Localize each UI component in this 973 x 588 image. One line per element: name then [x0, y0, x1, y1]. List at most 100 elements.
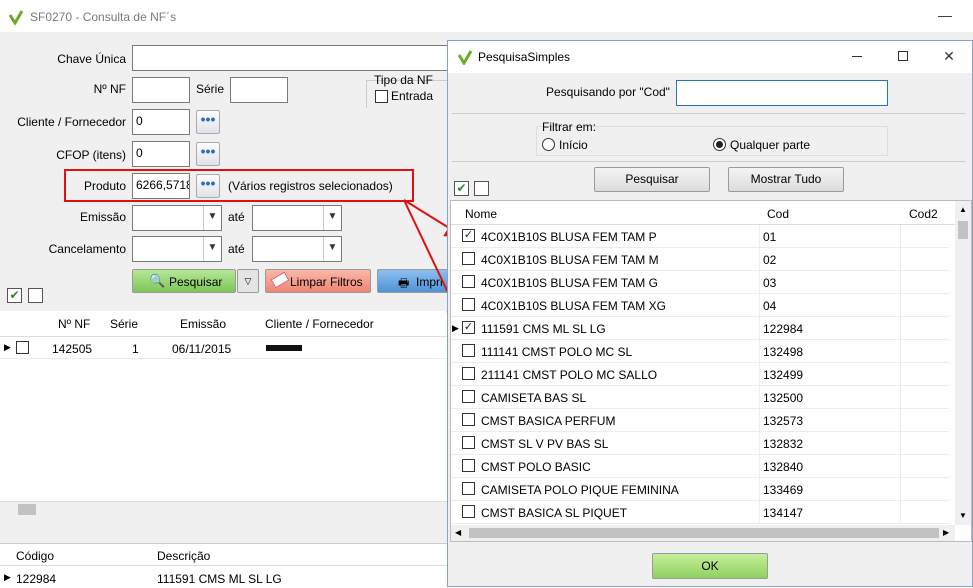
cell-nome: 211141 CMST POLO MC SALLO [481, 368, 658, 382]
dlg-pesquisar-button[interactable]: Pesquisar [594, 167, 710, 192]
results-vscrollbar[interactable]: ▲ ▼ [955, 201, 971, 525]
row-checkbox[interactable] [462, 505, 475, 518]
uncheck-all-button[interactable] [474, 181, 489, 196]
scroll-thumb[interactable] [958, 221, 968, 239]
list-item[interactable]: 4C0X1B10S BLUSA FEM TAM XG 04 [451, 294, 949, 317]
cell-nome: CMST BASICA SL PIQUET [481, 506, 628, 520]
ok-button[interactable]: OK [652, 553, 768, 579]
row-checkbox[interactable] [462, 459, 475, 472]
list-item[interactable]: 4C0X1B10S BLUSA FEM TAM M 02 [451, 248, 949, 271]
app-logo-icon [457, 50, 473, 65]
row-checkbox[interactable] [462, 367, 475, 380]
cell-cod: 02 [763, 253, 777, 267]
column-separator [900, 386, 901, 408]
minimize-button[interactable] [842, 41, 872, 71]
column-separator [900, 409, 901, 431]
column-separator [759, 225, 760, 247]
cell-nome: 4C0X1B10S BLUSA FEM TAM P [481, 230, 657, 244]
column-separator [900, 317, 901, 339]
cell-nome: 111591 CMS ML SL LG [481, 322, 606, 336]
list-item[interactable]: 211141 CMST POLO MC SALLO 132499 [451, 363, 949, 386]
column-separator [900, 271, 901, 293]
cell-cod: 03 [763, 276, 777, 290]
minimize-icon [852, 56, 862, 57]
maximize-button[interactable] [888, 41, 918, 71]
list-item[interactable]: CAMISETA POLO PIQUE FEMININA 133469 [451, 478, 949, 501]
column-separator [900, 432, 901, 454]
list-item[interactable]: CMST SL V PV BAS SL 132832 [451, 432, 949, 455]
row-checkbox[interactable] [462, 413, 475, 426]
row-checkbox[interactable] [462, 436, 475, 449]
list-item[interactable]: CMST BASICA SL PIQUET 134147 [451, 501, 949, 524]
results-grid: Nome Cod Cod2 ✓ 4C0X1B10S BLUSA FEM TAM P… [450, 200, 972, 542]
scroll-thumb[interactable] [469, 528, 939, 538]
cell-cod: 133469 [763, 483, 804, 497]
cell-nome: CAMISETA POLO PIQUE FEMININA [481, 483, 679, 497]
row-checkbox[interactable] [462, 344, 475, 357]
column-separator [759, 271, 760, 293]
cell-nome: CAMISETA BAS SL [481, 391, 587, 405]
row-pointer-icon: ▶ [452, 323, 459, 333]
cell-nome: 4C0X1B10S BLUSA FEM TAM XG [481, 299, 666, 313]
maximize-icon [898, 51, 908, 61]
scroll-right-icon[interactable]: ▶ [943, 528, 949, 537]
radio-inicio[interactable] [542, 138, 555, 151]
column-separator [759, 478, 760, 500]
cell-nome: CMST BASICA PERFUM [481, 414, 616, 428]
cell-cod: 132832 [763, 437, 804, 451]
mostrar-tudo-button[interactable]: Mostrar Tudo [728, 167, 844, 192]
column-separator [759, 340, 760, 362]
column-separator [900, 248, 901, 270]
row-checkbox[interactable] [462, 482, 475, 495]
dialog-title: PesquisaSimples [478, 50, 571, 64]
list-item[interactable]: 4C0X1B10S BLUSA FEM TAM G 03 [451, 271, 949, 294]
row-checkbox[interactable] [462, 298, 475, 311]
cell-nome: 111141 CMST POLO MC SL [481, 345, 633, 359]
column-separator [759, 317, 760, 339]
list-item[interactable]: CAMISETA BAS SL 132500 [451, 386, 949, 409]
column-separator [759, 432, 760, 454]
search-input[interactable] [676, 80, 888, 106]
column-separator [759, 386, 760, 408]
column-separator [900, 340, 901, 362]
pesquisa-dialog: PesquisaSimples ✕ Pesquisando por "Cod" … [447, 40, 973, 587]
results-hscrollbar[interactable]: ◀ ▶ [451, 525, 955, 541]
check-all-button[interactable]: ✔ [454, 181, 469, 196]
close-button[interactable]: ✕ [934, 41, 964, 71]
column-separator [759, 363, 760, 385]
row-checkbox-checked[interactable]: ✓ [462, 321, 475, 334]
column-separator [759, 501, 760, 523]
cell-cod: 04 [763, 299, 777, 313]
list-item[interactable]: CMST POLO BASIC 132840 [451, 455, 949, 478]
cell-cod: 134147 [763, 506, 804, 520]
scroll-down-icon[interactable]: ▼ [959, 511, 967, 520]
cell-cod: 132573 [763, 414, 804, 428]
list-item[interactable]: ✓ 4C0X1B10S BLUSA FEM TAM P 01 [451, 225, 949, 248]
row-checkbox-checked[interactable]: ✓ [462, 229, 475, 242]
row-checkbox[interactable] [462, 252, 475, 265]
cell-cod: 122984 [763, 322, 804, 336]
scroll-left-icon[interactable]: ◀ [455, 528, 461, 537]
pesquisando-label: Pesquisando por "Cod" [546, 85, 670, 99]
list-item[interactable]: ▶ ✓ 111591 CMS ML SL LG 122984 [451, 317, 949, 340]
cell-nome: CMST SL V PV BAS SL [481, 437, 609, 451]
filtrar-label: Filtrar em: [542, 120, 596, 134]
cell-cod: 01 [763, 230, 777, 244]
column-separator [900, 294, 901, 316]
radio-qualquer-label: Qualquer parte [730, 138, 811, 152]
list-item[interactable]: 111141 CMST POLO MC SL 132498 [451, 340, 949, 363]
column-separator [900, 225, 901, 247]
cell-nome: CMST POLO BASIC [481, 460, 591, 474]
column-separator [900, 501, 901, 523]
column-separator [759, 294, 760, 316]
list-item[interactable]: CMST BASICA PERFUM 132573 [451, 409, 949, 432]
column-separator [759, 248, 760, 270]
cell-cod: 132499 [763, 368, 804, 382]
cell-cod: 132840 [763, 460, 804, 474]
col-cod2-header: Cod2 [909, 207, 938, 221]
radio-qualquer[interactable] [713, 138, 726, 151]
row-checkbox[interactable] [462, 390, 475, 403]
row-checkbox[interactable] [462, 275, 475, 288]
col-cod-header: Cod [767, 207, 790, 221]
scroll-up-icon[interactable]: ▲ [959, 205, 967, 214]
